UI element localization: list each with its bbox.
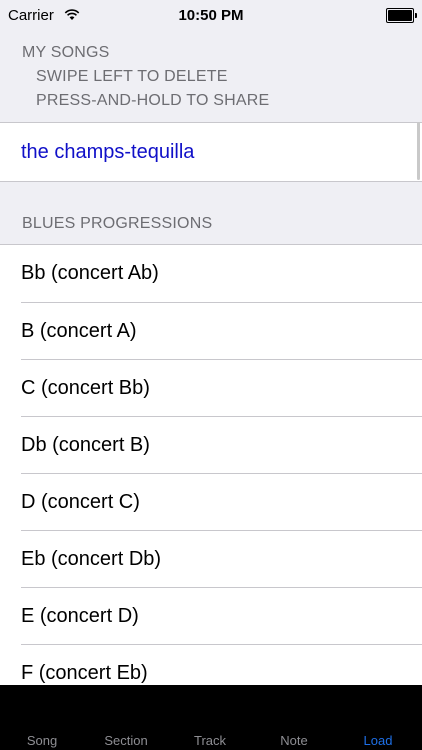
progression-row[interactable]: Db (concert B) bbox=[21, 416, 422, 473]
tab-load[interactable]: Load bbox=[336, 733, 420, 748]
status-bar: Carrier 10:50 PM bbox=[0, 0, 422, 30]
progression-row[interactable]: B (concert A) bbox=[21, 302, 422, 359]
progression-row[interactable]: C (concert Bb) bbox=[21, 359, 422, 416]
song-row[interactable]: the champs-tequilla bbox=[0, 123, 422, 181]
swipe-delete-hint: SWIPE LEFT TO DELETE bbox=[36, 68, 228, 85]
my-songs-title: MY SONGS bbox=[22, 44, 110, 61]
blues-progressions-title: BLUES PROGRESSIONS bbox=[22, 215, 213, 232]
tab-note[interactable]: Note bbox=[252, 733, 336, 748]
progression-row[interactable]: Eb (concert Db) bbox=[21, 530, 422, 587]
blues-progressions-group: Bb (concert Ab) B (concert A) C (concert… bbox=[0, 244, 422, 685]
tab-section[interactable]: Section bbox=[84, 733, 168, 748]
tab-bar: Song Section Track Note Load bbox=[0, 685, 422, 750]
battery-icon bbox=[386, 8, 417, 23]
clock: 10:50 PM bbox=[178, 7, 244, 24]
my-songs-group: the champs-tequilla bbox=[0, 122, 422, 182]
progression-row[interactable]: F (concert Eb) bbox=[21, 644, 422, 685]
tab-track[interactable]: Track bbox=[168, 733, 252, 748]
blues-progressions-header: BLUES PROGRESSIONS bbox=[0, 182, 422, 244]
tab-song[interactable]: Song bbox=[0, 733, 84, 748]
progression-row[interactable]: D (concert C) bbox=[21, 473, 422, 530]
song-list[interactable]: MY SONGS SWIPE LEFT TO DELETE PRESS-AND-… bbox=[0, 30, 422, 685]
progression-row[interactable]: E (concert D) bbox=[21, 587, 422, 644]
progression-row[interactable]: Bb (concert Ab) bbox=[0, 245, 422, 302]
my-songs-header: MY SONGS SWIPE LEFT TO DELETE PRESS-AND-… bbox=[0, 30, 422, 122]
scroll-indicator[interactable] bbox=[417, 122, 420, 180]
press-hold-share-hint: PRESS-AND-HOLD TO SHARE bbox=[36, 92, 270, 109]
